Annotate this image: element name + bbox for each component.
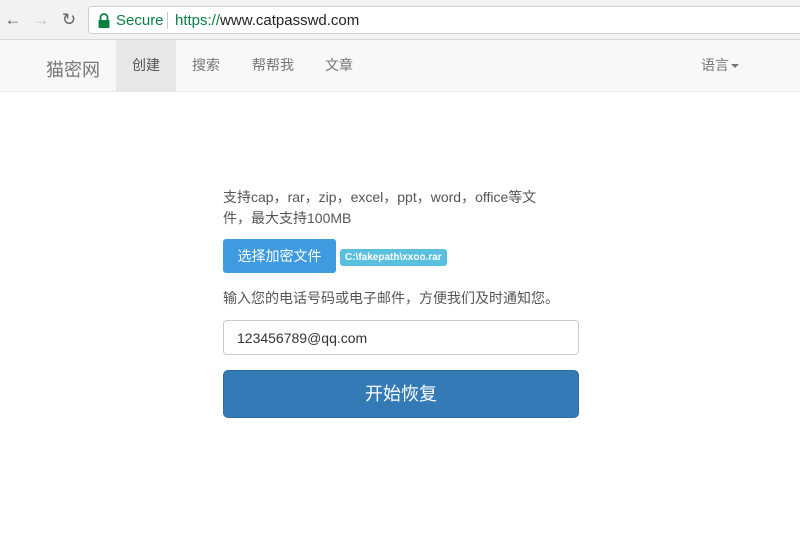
caret-down-icon xyxy=(731,64,739,69)
choose-file-button[interactable]: 选择加密文件 xyxy=(223,239,336,273)
nav-item-create[interactable]: 创建 xyxy=(116,40,176,91)
upload-description: 支持cap，rar，zip，excel，ppt，word，office等文件，最… xyxy=(223,189,537,226)
reload-icon[interactable]: ↻ xyxy=(59,10,79,30)
language-label: 语言 xyxy=(701,57,729,73)
language-dropdown[interactable]: 语言 xyxy=(690,40,750,91)
contact-input[interactable] xyxy=(223,320,579,355)
address-separator xyxy=(167,12,168,29)
start-recovery-button[interactable]: 开始恢复 xyxy=(223,370,579,418)
url-text[interactable]: https://www.catpasswd.com xyxy=(175,12,359,29)
contact-hint: 输入您的电话号码或电子邮件，方便我们及时通知您。 xyxy=(223,290,559,306)
arrow-left-icon[interactable]: ← xyxy=(3,10,23,30)
address-bar[interactable]: Secure https://www.catpasswd.com xyxy=(88,6,800,34)
arrow-right-icon[interactable]: → xyxy=(31,10,51,30)
selected-file-badge: C:\fakepath\xxoo.rar xyxy=(340,249,447,266)
brand-logo[interactable]: 猫密网 xyxy=(46,56,100,82)
nav-item-help[interactable]: 帮帮我 xyxy=(236,40,310,91)
nav-item-search[interactable]: 搜索 xyxy=(176,40,236,91)
lock-icon xyxy=(98,13,110,28)
site-navbar: 猫密网 创建 搜索 帮帮我 文章 语言 xyxy=(0,40,800,92)
url-scheme: https:// xyxy=(175,12,221,29)
nav-item-articles[interactable]: 文章 xyxy=(310,40,368,91)
browser-toolbar: ← → ↻ Secure https://www.catpasswd.com xyxy=(0,0,800,40)
secure-label: Secure xyxy=(116,12,164,29)
url-host: www.catpasswd.com xyxy=(220,12,360,29)
